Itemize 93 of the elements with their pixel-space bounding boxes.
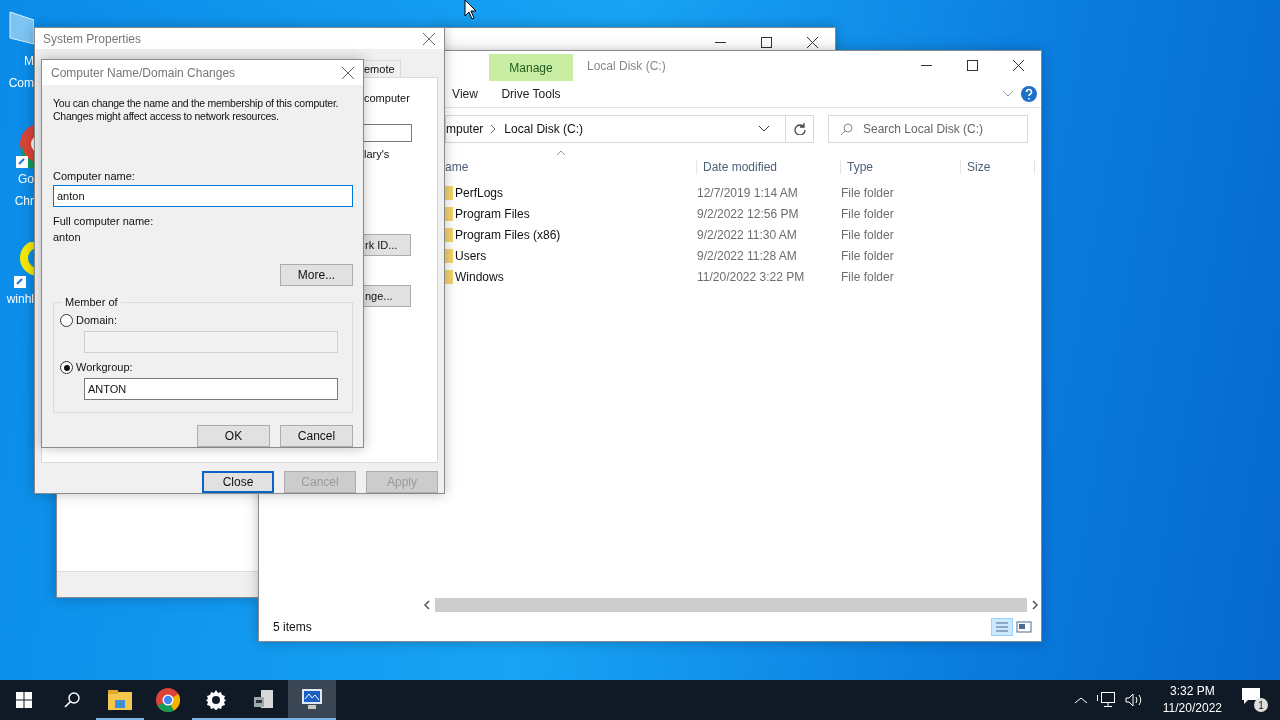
type-cell-text: File folder [841,185,895,200]
text-fragment: computer [364,92,411,104]
file-name[interactable]: Program Files [455,206,655,221]
input-field[interactable]: ANTON [84,378,338,400]
file-name[interactable]: Users [455,248,655,263]
folder-icon [445,248,453,263]
file-name[interactable]: Windows [455,269,655,284]
chevron-up-icon[interactable] [1074,696,1087,704]
taskbar-app[interactable] [288,680,336,720]
help-icon[interactable] [1021,86,1037,102]
date-cell-text: 12/7/2019 1:14 AM [697,185,799,200]
close-icon[interactable] [423,32,435,45]
ribbon-tab[interactable]: View [449,87,481,101]
monitor-icon[interactable] [300,688,324,712]
refresh-button[interactable] [786,115,814,143]
gear-icon[interactable] [206,690,226,710]
folder-icon [445,206,453,221]
radio-button[interactable] [60,361,73,374]
status-text: 5 items [273,620,313,634]
desktop-icon-label[interactable]: Chr [0,190,34,212]
date-cell-text: 9/2/2022 11:30 AM [697,227,798,242]
full-name: anton [53,231,82,244]
radio-label: Domain: [76,314,117,327]
network-id-button[interactable]: rk ID... [364,234,411,256]
maximize-icon[interactable] [966,59,978,71]
notification-button[interactable]: 1 [1242,688,1268,712]
ribbon-tab[interactable]: Drive Tools [489,87,573,101]
sort-caret-icon [557,150,565,155]
refresh-icon [793,123,806,135]
pointer-icon [464,0,477,20]
dialog-button[interactable]: Close [202,471,274,493]
server-icon[interactable] [253,689,275,711]
tiles-view-icon[interactable] [1013,618,1035,636]
radio-button[interactable] [60,314,73,327]
search-field[interactable]: Search Local Disk (C:) [828,115,1028,143]
chevron-icon[interactable] [1003,91,1013,97]
column-header[interactable]: Date modified [697,160,841,174]
column-header[interactable]: Size [961,160,1035,174]
desktop-icon-label[interactable]: Go [0,168,34,190]
chevron-right-icon [491,125,497,133]
folder-icon [445,185,453,200]
dropdown-icon[interactable] [759,126,769,132]
clock-date[interactable]: 11/20/2022 [1162,700,1222,717]
ribbon-tab[interactable]: Manage [489,54,573,81]
date-cell-text: 9/2/2022 12:56 PM [697,206,800,221]
close-icon[interactable] [1012,59,1024,71]
minimize-icon[interactable] [920,64,932,66]
type-cell-text: File folder [841,206,895,221]
file-name[interactable]: PerfLogs [455,185,655,200]
date-cell-text: 11/20/2022 3:22 PM [697,269,806,284]
tab[interactable]: emote [363,60,401,77]
input-field[interactable] [364,124,412,142]
computer-name-field[interactable]: anton [53,185,353,207]
type-cell-text: File folder [841,269,895,284]
windows-icon [16,692,32,708]
type-cell-text: File folder [841,248,895,263]
text-fragment: lary's [364,148,391,160]
description: You can change the name and the membership of this computer. Changes might affect access to network resources. [53,97,340,123]
window-title: Local Disk (C:) [587,59,667,73]
column-header[interactable]: Type [841,160,961,174]
search-icon[interactable] [64,692,80,708]
volume-icon[interactable] [1124,693,1143,707]
network-icon[interactable] [1096,692,1115,708]
folder-icon [445,227,453,242]
search-icon [841,123,853,135]
date-cell-text: 9/2/2022 11:28 AM [697,248,798,263]
desktop-icon-label[interactable]: Com [0,72,34,94]
close-icon[interactable] [342,66,354,79]
notification-count: 1 [1254,698,1268,712]
dialog-button[interactable]: OK [197,425,270,447]
file-name[interactable]: Program Files (x86) [455,227,655,242]
field-label: Computer name: [53,170,136,183]
folder-icon [445,269,453,284]
address-bar[interactable]: mputer Local Disk (C:) [445,115,786,143]
dialog-title: Computer Name/Domain Changes [51,65,236,80]
dialog-button[interactable]: Cancel [280,425,353,447]
scrollbar[interactable] [435,598,1027,612]
more-button[interactable]: More... [280,264,353,286]
type-cell-text: File folder [841,227,895,242]
radio-label: Workgroup: [76,361,133,374]
desktop-icon-label[interactable]: M [0,50,34,72]
desktop-icon-label[interactable]: winhl [0,288,34,310]
window-title: System Properties [43,31,142,46]
group-title: Member of [64,296,119,308]
minimize-icon[interactable] [714,41,726,43]
close-icon[interactable] [806,36,818,48]
maximize-icon[interactable] [760,36,772,48]
field-label: Full computer name: [53,215,155,228]
message-icon [1242,688,1260,704]
clock-time[interactable]: 3:32 PM [1170,683,1215,700]
chrome-icon[interactable] [156,688,180,712]
change-button[interactable]: nge... [364,285,411,307]
folder-icon[interactable] [108,690,132,710]
